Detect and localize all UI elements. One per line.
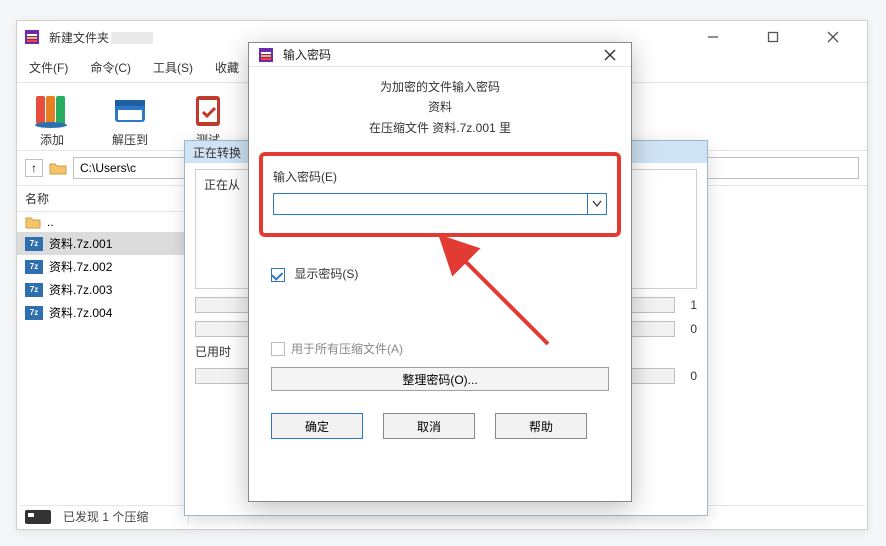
password-title: 输入密码 [283,46,331,63]
extracting-title: 正在转换 [193,144,241,161]
cancel-button[interactable]: 取消 [383,413,475,439]
file-list-item-name: 资料.7z.003 [49,281,112,298]
all-files-label: 用于所有压缩文件(A) [291,340,403,357]
toolbar-add-label: 添加 [40,131,64,148]
progress-value-2: 0 [681,322,697,336]
password-info-line1: 为加密的文件输入密码 [249,77,631,97]
close-button[interactable] [819,23,847,51]
file-list: 名称 .. 7z 资料.7z.001 7z 资料.7z.002 7z [17,186,189,524]
archive-7z-icon: 7z [25,306,43,320]
chevron-down-icon [592,200,602,208]
password-input[interactable] [273,193,587,215]
folder-open-icon [109,89,151,131]
up-directory-button[interactable]: ↑ [25,159,43,177]
password-field-wrap [273,193,607,215]
file-list-header-name[interactable]: 名称 [17,186,188,212]
password-dialog: 输入密码 为加密的文件输入密码 资料 在压缩文件 资料.7z.001 里 输入密… [248,42,632,502]
file-list-item-name: 资料.7z.004 [49,304,112,321]
menu-commands[interactable]: 命令(C) [86,57,135,78]
file-list-item[interactable]: 7z 资料.7z.003 [17,278,188,301]
file-list-item[interactable]: 7z 资料.7z.002 [17,255,188,278]
folder-icon [49,161,67,175]
password-info-text: 为加密的文件输入密码 资料 在压缩文件 资料.7z.001 里 [249,77,631,138]
toolbar-extract-label: 解压到 [112,131,148,148]
show-password-option[interactable]: 显示密码(S) [271,265,609,282]
clipboard-check-icon [187,89,229,131]
show-password-label: 显示密码(S) [294,267,358,281]
help-button[interactable]: 帮助 [495,413,587,439]
archive-7z-icon: 7z [25,283,43,297]
toolbar-add-button[interactable]: 添加 [25,89,79,148]
status-drive-icon [25,510,51,524]
password-titlebar[interactable]: 输入密码 [249,43,631,67]
status-text: 已发现 1 个压缩 [63,508,148,525]
file-list-item[interactable]: 7z 资料.7z.004 [17,301,188,324]
progress-value-1: 1 [681,298,697,312]
updir-label: .. [47,215,54,229]
password-dropdown-button[interactable] [587,193,607,215]
winrar-app-icon [23,28,41,46]
all-files-checkbox[interactable] [271,342,285,356]
organize-passwords-button[interactable]: 整理密码(O)... [271,367,609,391]
password-close-button[interactable] [597,44,623,66]
menu-favorites[interactable]: 收藏 [211,57,243,78]
progress-value-3: 0 [681,369,697,383]
password-info-line3: 在压缩文件 资料.7z.001 里 [249,118,631,138]
maximize-button[interactable] [759,23,787,51]
winrar-app-icon [257,46,275,64]
ok-button[interactable]: 确定 [271,413,363,439]
books-stack-icon [31,89,73,131]
folder-icon [25,215,41,229]
archive-7z-icon: 7z [25,237,43,251]
file-list-item[interactable]: 7z 资料.7z.001 [17,232,188,255]
file-list-item-name: 资料.7z.001 [49,235,112,252]
menu-tools[interactable]: 工具(S) [149,57,197,78]
password-info-line2: 资料 [249,97,631,117]
file-list-updir[interactable]: .. [17,212,188,232]
toolbar-extract-button[interactable]: 解压到 [103,89,157,148]
menu-file[interactable]: 文件(F) [25,57,72,78]
archive-7z-icon: 7z [25,260,43,274]
show-password-checkbox[interactable] [271,268,285,282]
main-window-title: 新建文件夹 [49,29,153,46]
password-label: 输入密码(E) [273,168,607,185]
password-highlight-box: 输入密码(E) [259,152,621,237]
file-list-item-name: 资料.7z.002 [49,258,112,275]
minimize-button[interactable] [699,23,727,51]
extracting-log-line: 正在从 [204,178,240,192]
all-files-option[interactable]: 用于所有压缩文件(A) [271,340,609,357]
